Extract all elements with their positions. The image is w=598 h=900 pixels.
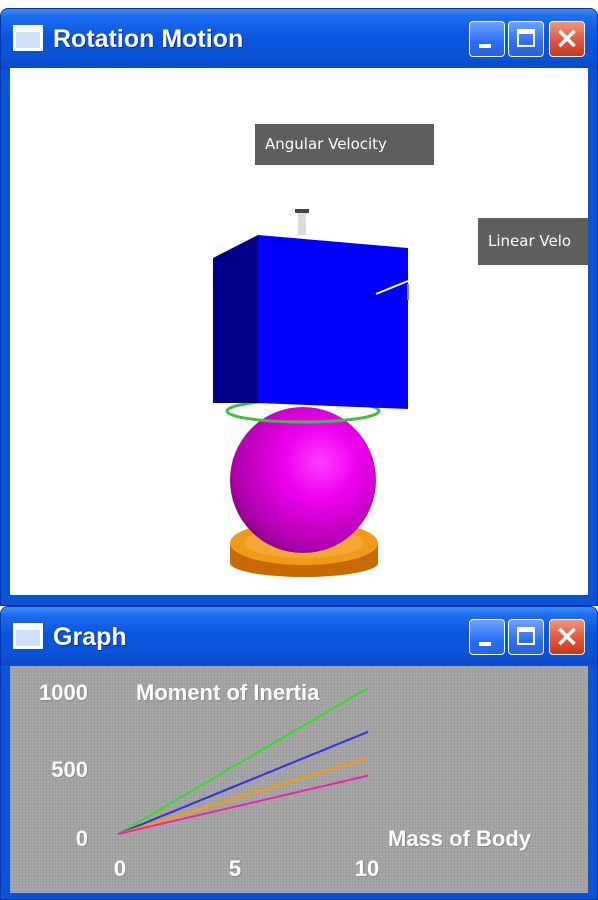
x-tick-label: 5 (228, 856, 242, 881)
maximize-icon (517, 29, 535, 47)
series-line-3 (117, 757, 369, 835)
y-tick-label: 500 (51, 757, 88, 782)
rotation-motion-window: Rotation Motion × Angular Velocity Linea… (0, 8, 598, 606)
close-icon: × (554, 21, 580, 56)
angular-velocity-pointer (295, 209, 309, 235)
minimize-icon (479, 44, 491, 48)
close-icon: × (554, 619, 580, 654)
3d-scene-canvas[interactable]: Angular Velocity Linear Velo (10, 68, 588, 595)
window-icon[interactable] (13, 623, 43, 649)
series-line-2 (117, 730, 369, 835)
graph-title-bar[interactable]: Graph × (1, 607, 597, 665)
y-tick-label: 0 (75, 826, 88, 851)
chart-title: Moment of Inertia (136, 680, 320, 705)
maximize-button[interactable] (508, 619, 544, 655)
maximize-button[interactable] (508, 21, 544, 57)
minimize-button[interactable] (469, 21, 505, 57)
window-title: Rotation Motion (53, 25, 244, 53)
graph-window: Graph × Moment of Inertia Mass of Body 1… (0, 606, 598, 900)
y-tick-label: 1000 (39, 680, 88, 705)
series-line-4 (117, 774, 369, 835)
x-tick-label: 10 (354, 856, 380, 881)
series-line-1 (117, 687, 369, 835)
x-tick-label: 0 (113, 856, 127, 881)
angular-velocity-label: Angular Velocity (255, 124, 434, 165)
blue-cube (213, 235, 408, 409)
rotation-title-bar[interactable]: Rotation Motion × (1, 9, 597, 69)
minimize-button[interactable] (469, 619, 505, 655)
close-button[interactable]: × (549, 619, 585, 655)
magenta-sphere (230, 407, 376, 553)
minimize-icon (479, 642, 491, 646)
x-axis-label: Mass of Body (388, 826, 532, 851)
linear-velocity-label: Linear Velo (478, 218, 588, 265)
window-icon[interactable] (13, 25, 43, 51)
graph-plot-area: Moment of Inertia Mass of Body 1000 500 … (10, 666, 588, 893)
close-button[interactable]: × (549, 21, 585, 57)
maximize-icon (517, 627, 535, 645)
window-title: Graph (53, 623, 127, 651)
